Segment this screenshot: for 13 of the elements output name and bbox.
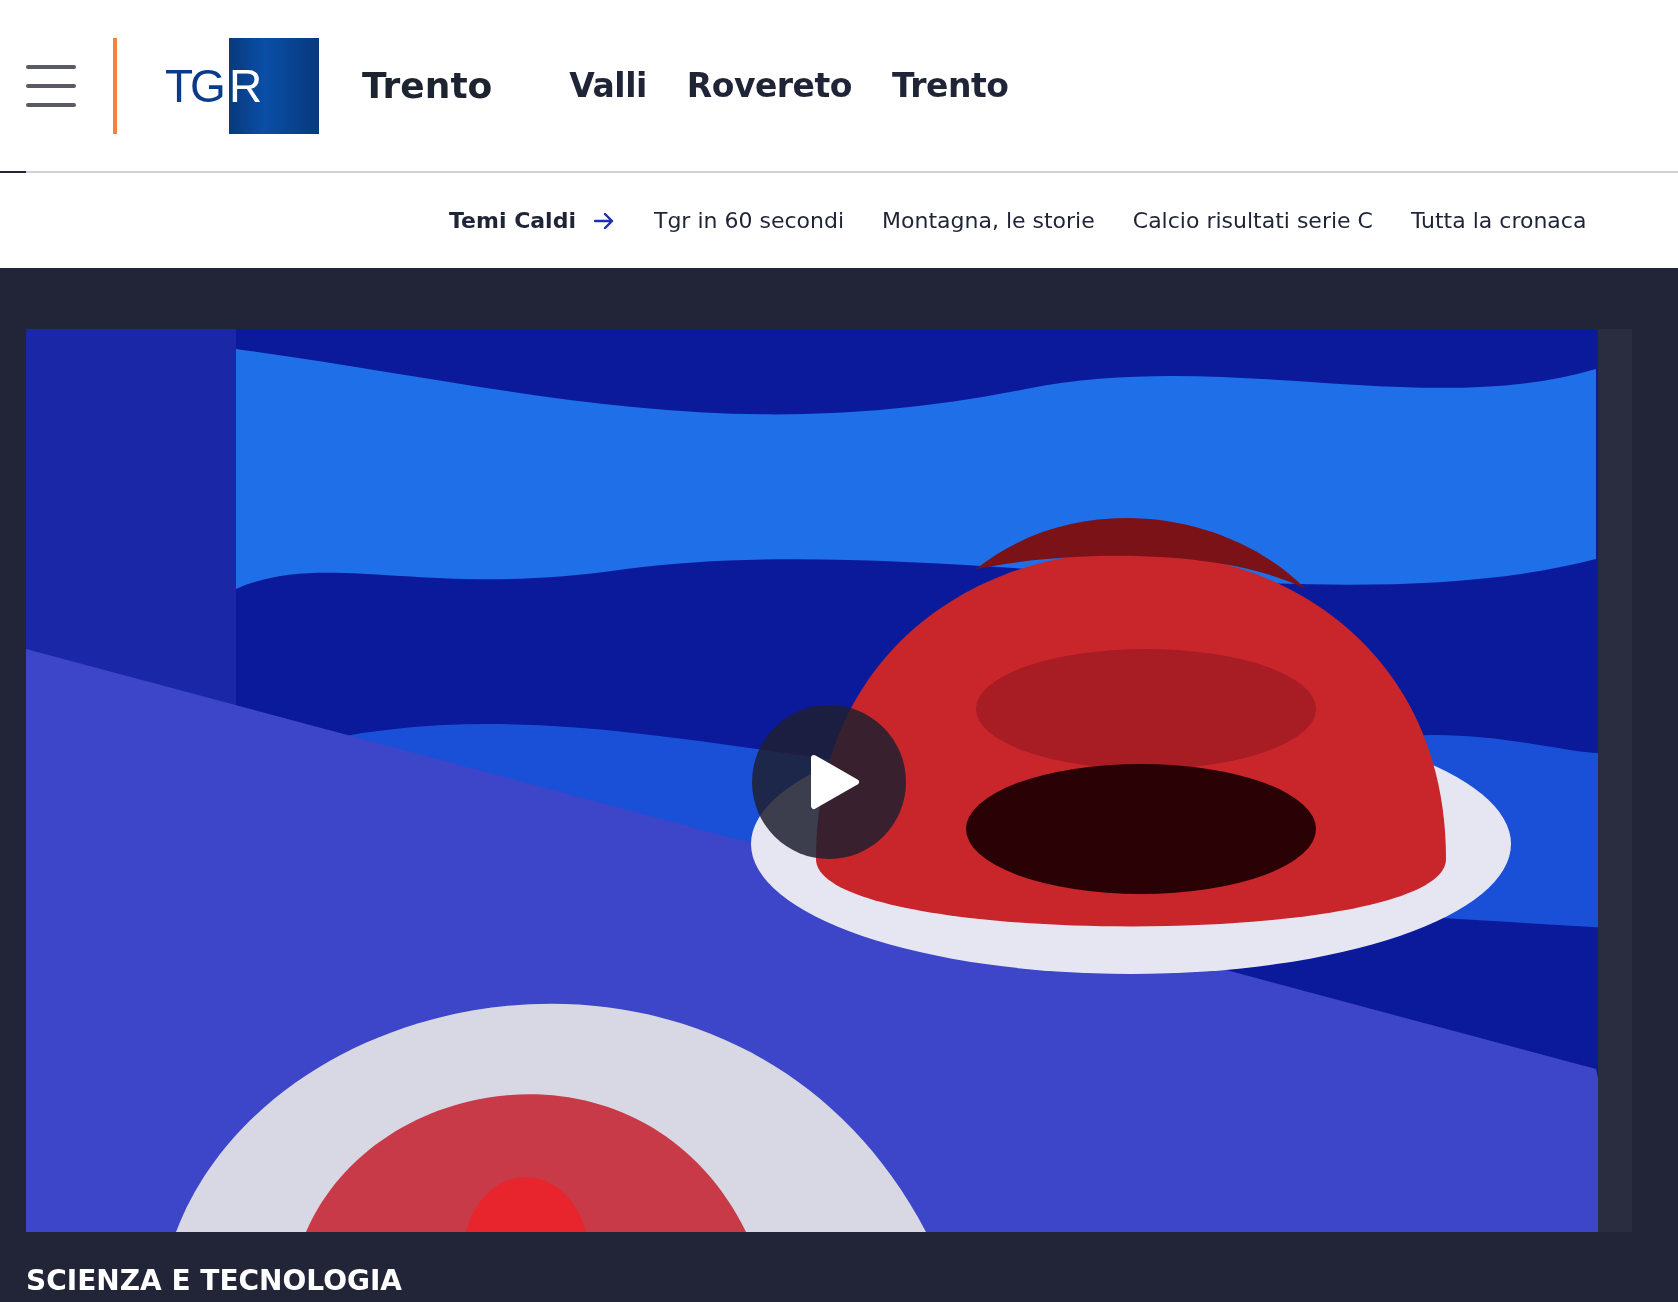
arrow-icon[interactable]	[593, 212, 614, 229]
play-icon	[810, 754, 860, 810]
nav-link[interactable]: Rovereto	[686, 66, 852, 105]
topic-link[interactable]: Tutta la cronaca	[1410, 208, 1587, 233]
menu-icon[interactable]	[26, 64, 76, 107]
section-heading: SCIENZA E TECNOLOGIA	[26, 1266, 404, 1297]
topic-link[interactable]: Tgr in 60 secondi	[653, 208, 844, 233]
topics-title: Temi Caldi	[449, 208, 576, 233]
nav-link[interactable]: Valli	[569, 66, 647, 105]
nav-link[interactable]: Trento	[891, 66, 1009, 105]
topic-link[interactable]: Montagna, le storie	[882, 208, 1095, 233]
region-title[interactable]: Trento	[362, 65, 493, 106]
topic-link[interactable]: Calcio risultati serie C	[1132, 208, 1373, 233]
